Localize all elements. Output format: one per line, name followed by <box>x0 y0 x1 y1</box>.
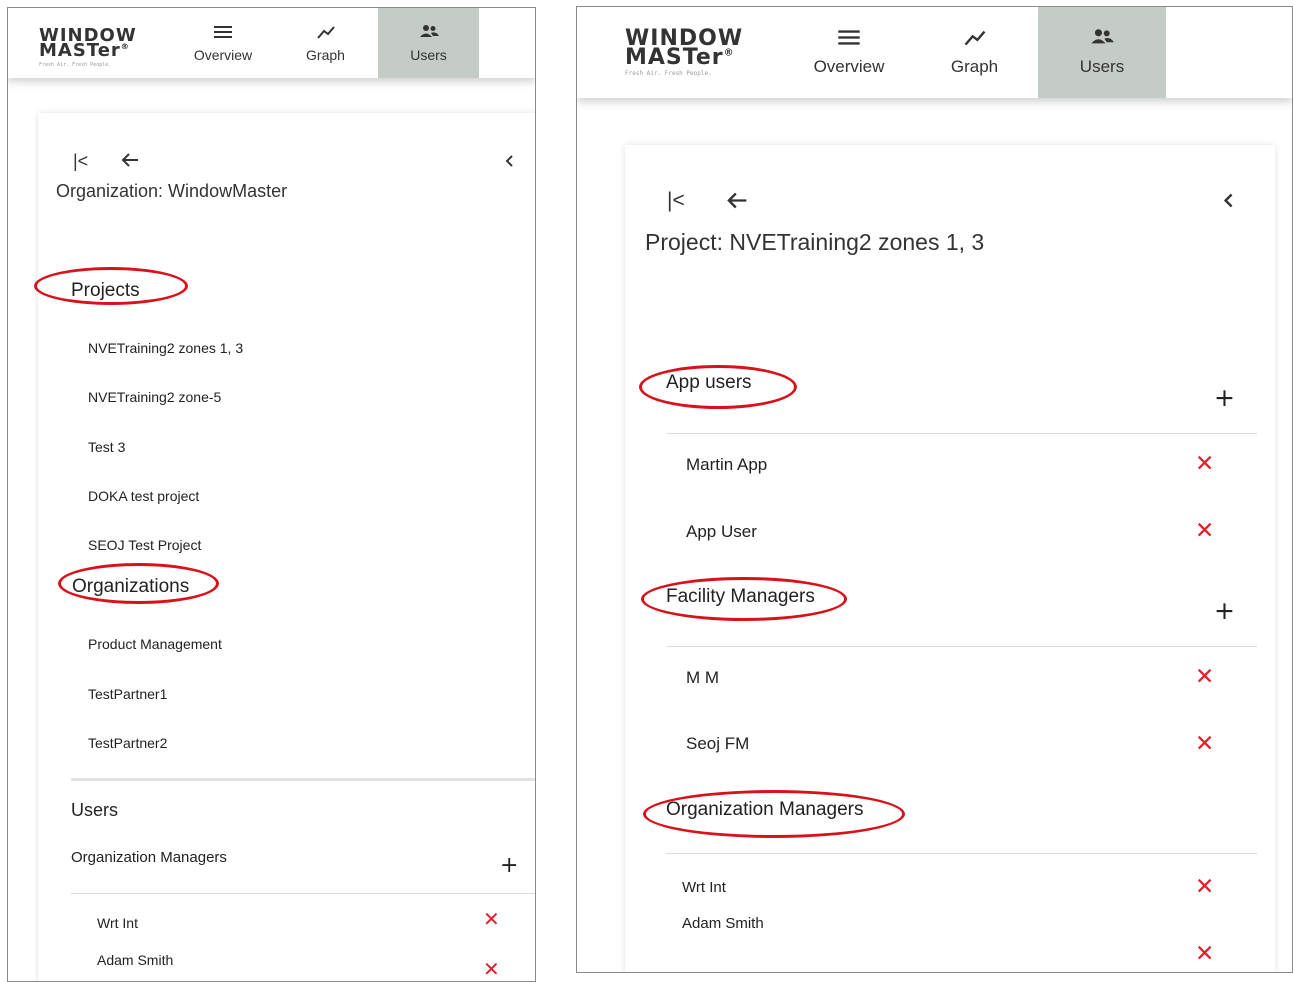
remove-user-close-icon[interactable]: ✕ <box>1195 666 1214 689</box>
organization-item[interactable]: Product Management <box>88 636 222 652</box>
remove-user-close-icon[interactable]: ✕ <box>1195 876 1214 899</box>
first-page-icon[interactable]: |< <box>667 189 685 213</box>
list-divider <box>71 893 535 894</box>
org-managers-heading: Organization Managers <box>666 799 864 820</box>
remove-user-close-icon[interactable]: ✕ <box>483 909 500 929</box>
logo-line-2: MASTer® <box>625 46 743 68</box>
nav-graph-label: Graph <box>950 57 999 76</box>
registered-mark: ® <box>120 41 130 52</box>
app-header: WINDOW MASTer® Fresh Air. Fresh People. … <box>577 7 1292 98</box>
nav-users-label: Users <box>410 46 447 63</box>
windowmaster-logo: WINDOW MASTer® Fresh Air. Fresh People. <box>39 26 137 68</box>
arrow-back-icon[interactable] <box>120 151 140 169</box>
org-managers-heading: Organization Managers <box>71 849 227 866</box>
people-icon <box>1091 29 1114 44</box>
people-icon <box>419 24 439 37</box>
hamburger-icon <box>838 30 860 45</box>
org-manager-name: Adam Smith <box>97 952 174 968</box>
organization-card: |< Organization: WindowMaster Projects N… <box>38 113 535 981</box>
remove-user-close-icon[interactable]: ✕ <box>1195 733 1214 756</box>
app-user-name: Martin App <box>686 455 768 474</box>
organization-item[interactable]: TestPartner2 <box>88 735 167 751</box>
left-screenshot: WINDOW MASTer® Fresh Air. Fresh People. … <box>7 7 536 982</box>
nav-users-tab[interactable]: Users <box>1038 7 1166 98</box>
project-card: |< Project: NVETraining2 zones 1, 3 App … <box>625 145 1275 972</box>
list-divider <box>666 853 1257 854</box>
facility-manager-name: Seoj FM <box>686 734 750 753</box>
project-item[interactable]: Test 3 <box>88 439 125 455</box>
nav-overview-label: Overview <box>193 46 253 63</box>
nav-graph-tab[interactable]: Graph <box>911 7 1038 98</box>
users-heading: Users <box>71 800 119 820</box>
project-item[interactable]: SEOJ Test Project <box>88 537 201 553</box>
first-page-icon[interactable]: |< <box>73 151 88 172</box>
chevron-left-icon[interactable] <box>504 154 514 168</box>
logo-line-2-text: MASTer <box>39 40 121 62</box>
nav-overview-tab[interactable]: Overview <box>173 8 273 78</box>
app-user-name: App User <box>686 522 757 541</box>
facility-managers-heading: Facility Managers <box>666 586 815 607</box>
project-item[interactable]: NVETraining2 zone-5 <box>88 389 221 405</box>
windowmaster-logo: WINDOW MASTer® Fresh Air. Fresh People. <box>625 28 743 78</box>
organization-item[interactable]: TestPartner1 <box>88 686 167 702</box>
registered-mark: ® <box>723 47 735 59</box>
organization-title: Organization: WindowMaster <box>56 181 288 201</box>
add-facility-manager-button[interactable]: + <box>1214 598 1235 623</box>
app-header: WINDOW MASTer® Fresh Air. Fresh People. … <box>8 8 535 78</box>
project-item[interactable]: NVETraining2 zones 1, 3 <box>88 340 243 356</box>
projects-heading: Projects <box>71 280 140 301</box>
list-divider <box>666 433 1257 434</box>
arrow-back-icon[interactable] <box>725 190 749 211</box>
logo-tagline: Fresh Air. Fresh People. <box>39 61 112 68</box>
nav-graph-tab[interactable]: Graph <box>273 8 378 78</box>
trend-line-icon <box>964 30 985 46</box>
add-org-manager-button[interactable]: + <box>500 855 518 877</box>
org-manager-name: Wrt Int <box>97 915 138 931</box>
org-manager-name: Wrt Int <box>682 879 726 896</box>
remove-user-close-icon[interactable]: ✕ <box>483 959 500 979</box>
app-users-heading: App users <box>666 372 752 393</box>
section-divider <box>71 778 535 781</box>
project-title: Project: NVETraining2 zones 1, 3 <box>645 229 985 255</box>
logo-line-2: MASTer® <box>39 40 137 62</box>
nav-users-label: Users <box>1079 57 1125 76</box>
nav-graph-label: Graph <box>306 46 345 63</box>
remove-user-close-icon[interactable]: ✕ <box>1195 453 1214 476</box>
nav-overview-label: Overview <box>813 57 885 76</box>
logo-tagline: Fresh Air. Fresh People. <box>625 70 712 78</box>
add-app-user-button[interactable]: + <box>1214 385 1235 410</box>
right-screenshot: WINDOW MASTer® Fresh Air. Fresh People. … <box>576 6 1293 973</box>
nav-overview-tab[interactable]: Overview <box>787 7 911 98</box>
chevron-left-icon[interactable] <box>1222 192 1234 209</box>
list-divider <box>666 646 1257 647</box>
facility-manager-name: M M <box>686 668 720 687</box>
trend-line-icon <box>316 25 335 39</box>
remove-user-close-icon[interactable]: ✕ <box>1195 943 1214 966</box>
hamburger-icon <box>214 25 232 38</box>
organizations-heading: Organizations <box>72 576 190 597</box>
remove-user-close-icon[interactable]: ✕ <box>1195 520 1214 543</box>
org-manager-name: Adam Smith <box>682 915 764 932</box>
project-item[interactable]: DOKA test project <box>88 488 199 504</box>
nav-users-tab[interactable]: Users <box>378 8 479 78</box>
logo-line-2-text: MASTer <box>625 44 724 70</box>
